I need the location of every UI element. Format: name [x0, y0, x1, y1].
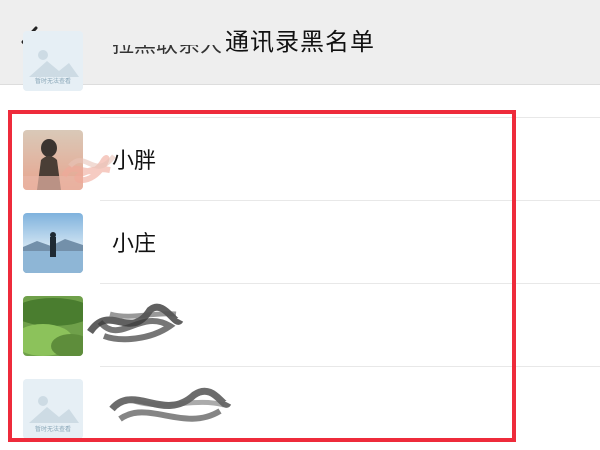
list-item[interactable]: 暂时无法查看 拉黑联系人 — [0, 31, 600, 118]
list-item[interactable] — [0, 284, 600, 367]
list-item[interactable]: 小庄 — [0, 201, 600, 284]
avatar — [23, 130, 83, 190]
contact-name: 小庄 — [112, 232, 157, 257]
avatar — [23, 213, 83, 273]
scribble-redaction — [109, 387, 232, 422]
list-item[interactable]: 小胖 — [0, 118, 600, 201]
avatar-photo — [23, 296, 83, 356]
avatar: 暂时无法查看 — [23, 379, 83, 439]
scribble-redaction — [87, 303, 184, 343]
list-item[interactable]: 暂时无法查看 — [0, 367, 600, 450]
avatar-photo — [23, 213, 83, 273]
avatar: 暂时无法查看 — [23, 31, 83, 91]
avatar — [23, 296, 83, 356]
avatar-photo — [23, 130, 83, 190]
contact-name: 小胖 — [112, 149, 157, 174]
